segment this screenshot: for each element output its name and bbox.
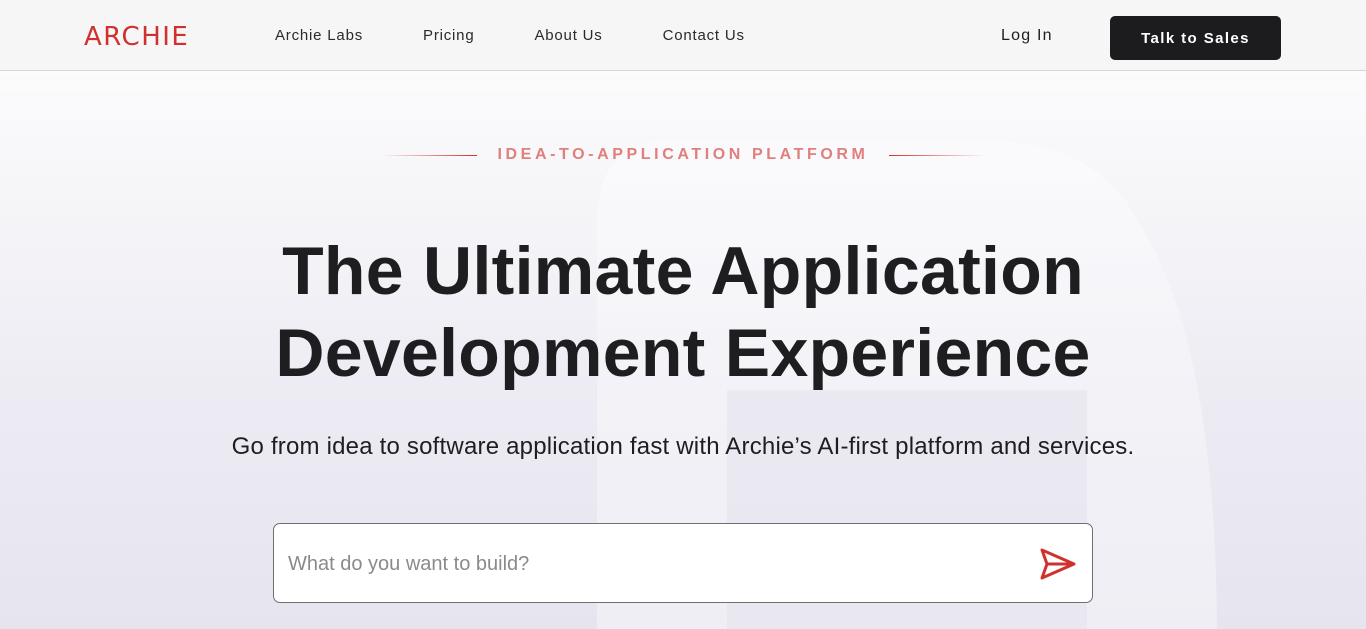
nav-link-archie-labs[interactable]: Archie Labs: [275, 27, 363, 44]
eyebrow-divider-left: [381, 154, 478, 156]
hero-title: The Ultimate Application Development Exp…: [0, 230, 1366, 394]
main-nav: Archie Labs Pricing About Us Contact Us: [275, 0, 805, 71]
build-prompt-input[interactable]: [288, 544, 1008, 584]
nav-link-contact-us[interactable]: Contact Us: [663, 27, 745, 44]
login-link[interactable]: Log In: [1001, 0, 1053, 71]
nav-link-about-us[interactable]: About Us: [534, 27, 602, 44]
archie-logo[interactable]: ARCHIE: [84, 22, 189, 52]
hero-title-line-2: Development Experience: [275, 315, 1091, 391]
build-prompt-box: [273, 523, 1093, 603]
top-navigation-bar: ARCHIE Archie Labs Pricing About Us Cont…: [0, 0, 1366, 71]
eyebrow-divider-right: [888, 154, 985, 156]
talk-to-sales-button[interactable]: Talk to Sales: [1110, 16, 1281, 60]
send-button[interactable]: [1038, 546, 1078, 582]
hero-eyebrow: IDEA-TO-APPLICATION PLATFORM: [0, 143, 1366, 167]
hero-title-line-1: The Ultimate Application: [282, 233, 1084, 309]
hero-subtitle: Go from idea to software application fas…: [231, 433, 1135, 460]
send-arrow-icon: [1040, 548, 1076, 580]
eyebrow-text: IDEA-TO-APPLICATION PLATFORM: [497, 146, 869, 163]
nav-link-pricing[interactable]: Pricing: [423, 27, 474, 44]
